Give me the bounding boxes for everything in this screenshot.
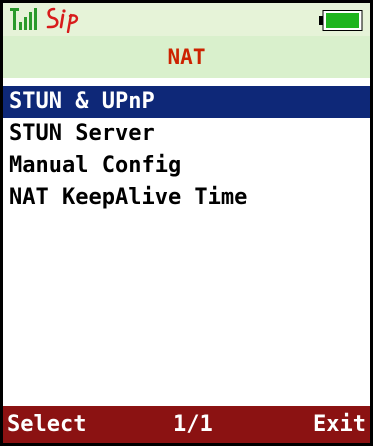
status-bar bbox=[3, 3, 370, 36]
menu-item-manual-config[interactable]: Manual Config bbox=[3, 150, 370, 182]
select-softkey[interactable]: Select bbox=[7, 406, 86, 443]
menu-item-stun-upnp[interactable]: STUN & UPnP bbox=[3, 86, 370, 118]
phone-screen: NAT STUN & UPnP STUN Server Manual Confi… bbox=[0, 0, 373, 446]
menu-item-label: NAT KeepAlive Time bbox=[9, 185, 248, 210]
menu-item-stun-server[interactable]: STUN Server bbox=[3, 118, 370, 150]
menu-item-label: STUN & UPnP bbox=[9, 89, 155, 114]
menu-item-label: STUN Server bbox=[9, 121, 155, 146]
menu-item-nat-keepalive-time[interactable]: NAT KeepAlive Time bbox=[3, 182, 370, 214]
sip-logo-icon bbox=[46, 7, 79, 33]
menu-list: STUN & UPnP STUN Server Manual Config NA… bbox=[3, 86, 370, 214]
signal-strength-icon bbox=[10, 8, 37, 30]
softkey-bar: Select 1/1 Exit bbox=[3, 406, 370, 443]
exit-softkey[interactable]: Exit bbox=[313, 406, 366, 443]
title-bar: NAT bbox=[3, 36, 370, 78]
page-title: NAT bbox=[167, 45, 206, 69]
menu-item-label: Manual Config bbox=[9, 153, 182, 178]
battery-full-icon bbox=[319, 10, 363, 31]
page-indicator: 1/1 bbox=[173, 412, 213, 437]
